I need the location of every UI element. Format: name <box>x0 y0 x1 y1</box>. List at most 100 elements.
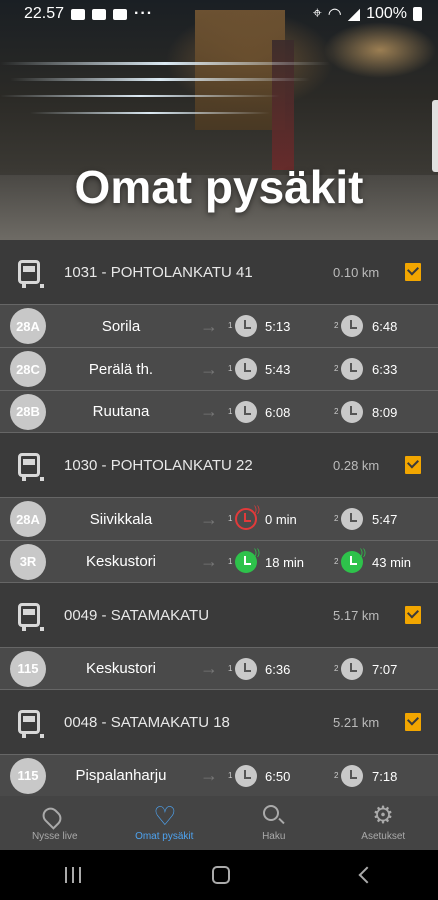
favorite-checkbox[interactable] <box>405 606 421 624</box>
departure-index: 2 <box>334 664 339 673</box>
stop-distance: 5.21 km <box>333 714 380 730</box>
wifi-icon: ◠ <box>327 6 342 23</box>
clock-icon <box>341 508 363 530</box>
stop-row[interactable]: 1030 - POHTOLANKATU 22 0.28 km <box>0 433 438 497</box>
clock-icon <box>341 658 363 680</box>
line-destination: Ruutana <box>92 403 150 420</box>
light-streak <box>0 62 330 65</box>
realtime-signal-icon: )) <box>254 547 260 557</box>
line-row[interactable]: 28A Siivikkala → 1)) 0 min 2 5:47 <box>0 497 438 540</box>
status-time: 22.57 <box>24 5 65 22</box>
favorite-checkbox[interactable] <box>405 456 421 474</box>
bus-stop-sign-graphic <box>272 40 294 170</box>
departure-time: 7:18 <box>372 769 398 784</box>
back-button[interactable] <box>358 866 376 884</box>
stop-row[interactable]: 0049 - SATAMAKATU 5.17 km <box>0 583 438 647</box>
departure-index: 1 <box>228 664 233 673</box>
line-row[interactable]: 115 Keskustori → 1 6:36 2 7:07 <box>0 647 438 690</box>
line-destination: Keskustori <box>85 660 157 677</box>
arrow-right-icon: → <box>200 401 218 421</box>
departure-index: 2 <box>334 364 339 373</box>
battery-percent: 100% <box>366 5 407 22</box>
arrow-right-icon: → <box>200 358 218 379</box>
status-bar: 22.57 ··· ⌖ ◠ ◢ 100% <box>0 0 438 28</box>
arrow-right-icon: → <box>200 765 218 785</box>
line-row[interactable]: 115 Pispalanharju → 1 6:50 2 7:18 <box>0 754 438 796</box>
line-number-badge: 28B <box>10 393 46 430</box>
nav-item-nysse-live[interactable]: Nysse live <box>0 796 110 850</box>
departure-time: 18 min <box>265 555 305 570</box>
stop-distance: 5.17 km <box>333 607 380 623</box>
departure-time: 5:43 <box>265 362 291 377</box>
favorite-checkbox[interactable] <box>405 263 421 281</box>
line-number-badge: 115 <box>10 757 46 794</box>
clock-icon <box>235 658 257 680</box>
nav-item-label: Haku <box>262 830 286 842</box>
departure-time: 6:36 <box>265 662 291 677</box>
home-button[interactable] <box>211 866 230 884</box>
bus-icon <box>18 710 44 738</box>
line-number-badge: 115 <box>10 650 46 687</box>
departure-index: 2 <box>334 321 339 330</box>
line-row[interactable]: 3R Keskustori → 1)) 18 min 2)) 43 min <box>0 540 438 583</box>
stop-distance: 0.28 km <box>333 457 380 473</box>
nav-item-haku[interactable]: Haku <box>219 796 329 850</box>
stop-name: 0048 - SATAMAKATU 18 <box>64 713 230 731</box>
departure-index: 1 <box>228 771 233 780</box>
arrow-right-icon: → <box>200 315 218 336</box>
departure-time: 8:09 <box>372 405 398 420</box>
header-image: Omat pysäkit <box>0 0 438 240</box>
clock-icon <box>235 315 257 337</box>
favorite-stops-list[interactable]: 1031 - POHTOLANKATU 41 0.10 km 28A Sorila → 1… <box>0 240 438 796</box>
nav-item-label: Asetukset <box>361 830 406 842</box>
favorite-checkbox[interactable] <box>405 713 421 731</box>
clock-icon <box>235 358 257 380</box>
departure-time: 6:50 <box>265 769 291 784</box>
line-row[interactable]: 28C Perälä th. → 1 5:43 2 6:33 <box>0 347 438 390</box>
arrow-right-icon: → <box>200 551 218 571</box>
departure-index: 2 <box>334 514 339 523</box>
map-pin-icon <box>39 803 65 830</box>
stop-name: 1031 - POHTOLANKATU 41 <box>64 263 253 281</box>
departure-index: 1 <box>228 321 233 330</box>
gear-icon: ⚙ <box>372 801 394 829</box>
search-icon <box>262 804 279 821</box>
line-number-badge: 28C <box>10 351 46 387</box>
clock-icon <box>235 765 257 787</box>
stop-name: 0049 - SATAMAKATU <box>64 606 210 624</box>
stop-name: 1030 - POHTOLANKATU 22 <box>64 456 253 474</box>
departure-time: 7:07 <box>372 662 398 677</box>
departure-time: 5:47 <box>372 512 398 527</box>
clock-icon <box>341 358 363 380</box>
departure-index: 2 <box>334 407 339 416</box>
departure-time: 6:33 <box>372 362 398 377</box>
stop-row[interactable]: 1031 - POHTOLANKATU 41 0.10 km <box>0 240 438 304</box>
edge-panel-handle[interactable] <box>432 100 438 172</box>
recent-apps-button[interactable] <box>65 867 82 883</box>
departure-index: 1 <box>228 557 233 566</box>
line-number-badge: 3R <box>10 543 46 580</box>
light-streak <box>0 95 280 97</box>
more-notifications-icon: ··· <box>134 5 154 22</box>
departure-index: 2 <box>334 771 339 780</box>
line-destination: Pispalanharju <box>75 767 167 784</box>
arrow-right-icon: → <box>200 508 218 529</box>
line-row[interactable]: 28A Sorila → 1 5:13 2 6:48 <box>0 304 438 347</box>
nav-item-asetukset[interactable]: ⚙ Asetukset <box>329 796 438 850</box>
line-row[interactable]: 28B Ruutana → 1 6:08 2 8:09 <box>0 390 438 433</box>
nav-item-omat-pysakit[interactable]: ♡ Omat pysäkit <box>110 796 220 850</box>
departure-time: 5:13 <box>265 319 291 334</box>
realtime-signal-icon: )) <box>360 547 366 557</box>
line-destination: Perälä th. <box>88 360 154 378</box>
light-streak <box>30 112 270 114</box>
heart-icon: ♡ <box>153 800 177 831</box>
bottom-navigation: Nysse live ♡ Omat pysäkit Haku ⚙ Asetuks… <box>0 796 438 850</box>
clock-icon <box>341 765 363 787</box>
clock-icon <box>341 315 363 337</box>
system-navigation-bar <box>0 850 438 900</box>
stop-row[interactable]: 0048 - SATAMAKATU 18 5.21 km <box>0 690 438 754</box>
departure-time: 6:48 <box>372 319 398 334</box>
departure-index: 1 <box>228 514 233 523</box>
page-title: Omat pysäkit <box>74 161 364 213</box>
departure-time: 43 min <box>372 555 412 570</box>
